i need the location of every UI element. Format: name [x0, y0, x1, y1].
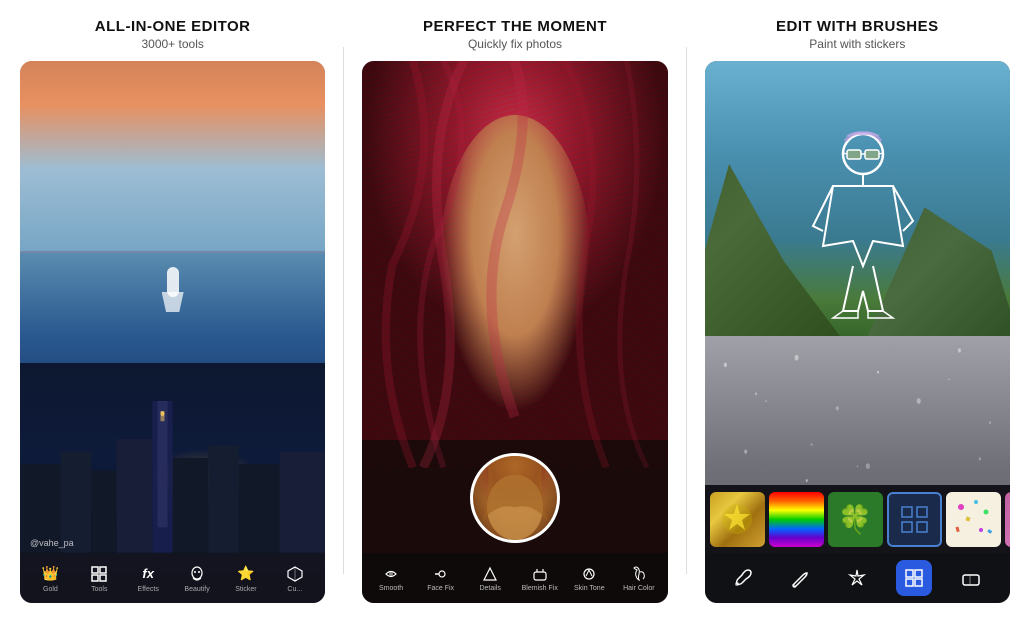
hair-detail-svg — [362, 61, 667, 468]
stickers-strip: 🍀 — [705, 485, 1010, 553]
divider1 — [343, 47, 344, 574]
person-outline — [803, 126, 923, 356]
blemish-icon — [531, 565, 549, 583]
panel3-phone: 🍀 — [705, 61, 1010, 603]
brush-tool-4-active[interactable] — [896, 560, 932, 596]
tool-cube[interactable]: Cu... — [277, 564, 313, 593]
tool-effects[interactable]: fx Effects — [130, 564, 166, 593]
tool-sticker[interactable]: ⭐ Sticker — [228, 564, 264, 593]
brush-tool-1[interactable] — [725, 560, 761, 596]
sticker-confetti[interactable] — [946, 492, 1001, 547]
facefix-icon — [432, 565, 450, 583]
cube-icon — [285, 564, 305, 584]
sky-gradient — [20, 61, 325, 278]
panel1-bg: @vahe_pa — [20, 61, 325, 603]
toolbar2: Smooth Face Fix — [362, 553, 667, 603]
panel1-title: ALL-IN-ONE EDITOR — [95, 18, 251, 35]
haircolor-icon — [630, 565, 648, 583]
tool-haircolor-label: Hair Color — [623, 585, 655, 592]
diver-dress — [162, 292, 184, 312]
panel3-bg: 🍀 — [705, 61, 1010, 603]
divider2 — [686, 47, 687, 574]
diver-figure — [158, 267, 188, 317]
details-icon — [481, 565, 499, 583]
circle-inset — [470, 453, 560, 543]
city-section — [20, 363, 325, 553]
eraser-svg — [960, 567, 982, 589]
toolbar1: 👑 Gold Tools fx — [20, 553, 325, 603]
tool-smooth[interactable]: Smooth — [371, 565, 411, 592]
main-container: ALL-IN-ONE EDITOR 3000+ tools — [0, 0, 1030, 621]
tool-facefix[interactable]: Face Fix — [421, 565, 461, 592]
sticker-icon: ⭐ — [236, 564, 256, 584]
sticker-rainbow[interactable] — [769, 492, 824, 547]
tool-blemish[interactable]: Blemish Fix — [520, 565, 560, 592]
watermark: @vahe_pa — [30, 538, 74, 548]
active-sticker-svg — [897, 502, 932, 537]
tool-sticker-label: Sticker — [235, 586, 256, 593]
tool-tools-label: Tools — [91, 586, 107, 593]
smooth-icon — [382, 565, 400, 583]
person-svg — [803, 126, 923, 356]
brush2-svg — [789, 567, 811, 589]
tool-cube-label: Cu... — [287, 586, 302, 593]
panel-editor: ALL-IN-ONE EDITOR 3000+ tools — [20, 18, 325, 603]
panel2-subtitle: Quickly fix photos — [468, 37, 562, 51]
panel3-title: EDIT With BRUSHES — [776, 18, 939, 35]
brush-tool-3[interactable] — [839, 560, 875, 596]
fx-icon: fx — [138, 564, 158, 584]
tool-beautify-label: Beautify — [184, 586, 209, 593]
brush1-svg — [732, 567, 754, 589]
panel2-bg — [362, 61, 667, 603]
clover-emoji: 🍀 — [838, 503, 873, 536]
panel3-subtitle: Paint with stickers — [809, 37, 905, 51]
tool-haircolor[interactable]: Hair Color — [619, 565, 659, 592]
tool-effects-label: Effects — [138, 586, 159, 593]
sticker-gold[interactable] — [710, 492, 765, 547]
sticker-clover[interactable]: 🍀 — [828, 492, 883, 547]
panel2-phone: Smooth Face Fix — [362, 61, 667, 603]
brush-tool-5[interactable] — [953, 560, 989, 596]
tools-icon — [89, 564, 109, 584]
crown-icon: 👑 — [40, 564, 60, 584]
buildings-svg — [20, 401, 325, 553]
tool-smooth-label: Smooth — [379, 585, 403, 592]
tool-skintone-label: Skin Tone — [574, 585, 605, 592]
grid-svg — [903, 567, 925, 589]
panel1-phone: @vahe_pa 👑 Gold — [20, 61, 325, 603]
gold-pattern-svg — [710, 492, 765, 547]
tool-details[interactable]: Details — [470, 565, 510, 592]
skintone-icon — [580, 565, 598, 583]
panel2-title: PERFECT THE MOMENT — [423, 18, 607, 35]
tool-gold[interactable]: 👑 Gold — [32, 564, 68, 593]
tool-skintone[interactable]: Skin Tone — [569, 565, 609, 592]
tool-blemish-label: Blemish Fix — [522, 585, 558, 592]
beautify-icon — [187, 564, 207, 584]
panel-moment: PERFECT THE MOMENT Quickly fix photos — [362, 18, 667, 603]
sticker-last[interactable] — [1005, 492, 1010, 547]
sticker-active[interactable] — [887, 492, 942, 547]
brush-tool-2[interactable] — [782, 560, 818, 596]
sparkle-svg — [846, 567, 868, 589]
tool-beautify[interactable]: Beautify — [179, 564, 215, 593]
brush-toolbar — [705, 553, 1010, 603]
tool-details-label: Details — [479, 585, 500, 592]
circle-face-svg — [473, 456, 557, 540]
tool-tools[interactable]: Tools — [81, 564, 117, 593]
panel1-subtitle: 3000+ tools — [141, 37, 203, 51]
confetti-svg — [946, 492, 1001, 547]
tool-gold-label: Gold — [43, 586, 58, 593]
tool-facefix-label: Face Fix — [427, 585, 454, 592]
panel-brushes: EDIT With BRUSHES Paint with stickers — [705, 18, 1010, 603]
